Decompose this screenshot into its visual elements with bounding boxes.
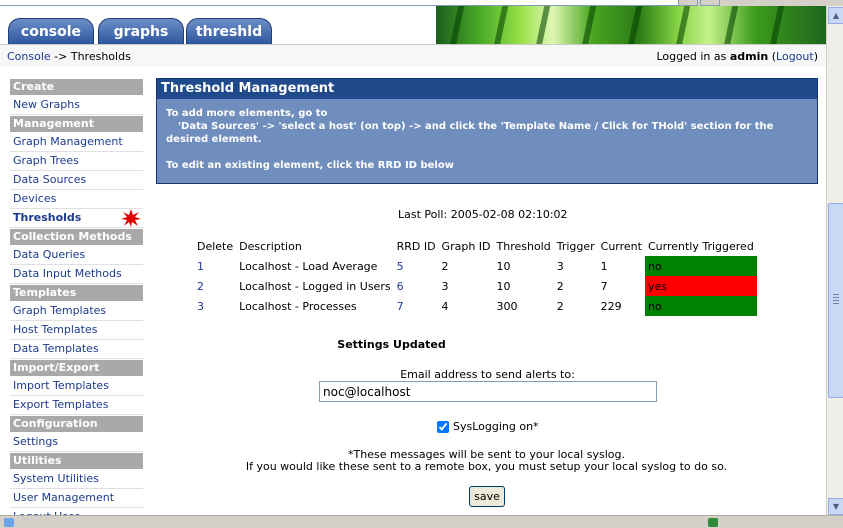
row-threshold: 300 xyxy=(496,299,518,313)
row-graph-id: 4 xyxy=(441,299,449,313)
sidebar-item-data-queries[interactable]: Data Queries xyxy=(10,247,143,265)
app-header: console graphs threshld xyxy=(0,6,826,45)
email-label: Email address to send alerts to: xyxy=(400,368,575,381)
panel-line-2: 'Data Sources' -> 'select a host' (on to… xyxy=(178,121,774,132)
table-row: 1 Localhost - Load Average 5 2 10 3 1 no xyxy=(194,256,757,276)
last-poll-text: Last Poll: 2005-02-08 02:10:02 xyxy=(398,208,568,221)
col-delete: Delete xyxy=(197,239,234,253)
row-trigger: 2 xyxy=(556,299,564,313)
rrd-id-link[interactable]: 7 xyxy=(397,300,404,313)
panel-instructions: To add more elements, go to 'Data Source… xyxy=(157,99,817,180)
row-description: Localhost - Logged in Users xyxy=(239,279,391,293)
scroll-thumb[interactable] xyxy=(828,203,843,398)
tab-threshld[interactable]: threshld xyxy=(186,18,272,45)
delete-link[interactable]: 1 xyxy=(197,260,204,273)
breadcrumb: Console -> Thresholds xyxy=(7,50,131,63)
panel-line-1: To add more elements, go to xyxy=(166,108,328,119)
rrd-id-link[interactable]: 5 xyxy=(397,260,404,273)
sidebar-item-data-input-methods[interactable]: Data Input Methods xyxy=(10,266,143,284)
row-graph-id: 2 xyxy=(441,259,449,273)
col-description: Description xyxy=(239,239,302,253)
breadcrumb-separator: -> xyxy=(50,50,71,63)
sidebar-item-graph-trees[interactable]: Graph Trees xyxy=(10,153,143,171)
threshold-info-panel: Threshold Management To add more element… xyxy=(156,78,818,184)
row-trigger: 3 xyxy=(556,259,564,273)
header-cactus-art xyxy=(436,6,826,44)
row-triggered-status: yes xyxy=(644,276,757,296)
sidebar-item-devices[interactable]: Devices xyxy=(10,191,143,209)
sidebar-item-system-utilities[interactable]: System Utilities xyxy=(10,471,143,489)
row-threshold: 10 xyxy=(496,259,511,273)
row-current: 7 xyxy=(600,279,608,293)
col-rrd-id: RRD ID xyxy=(396,239,436,253)
delete-link[interactable]: 3 xyxy=(197,300,204,313)
syslog-option: SysLogging on* xyxy=(437,420,539,433)
scroll-down-arrow-icon[interactable]: ▼ xyxy=(828,498,843,515)
vertical-scrollbar[interactable]: ▲ ▼ xyxy=(826,6,843,515)
delete-link[interactable]: 2 xyxy=(197,280,204,293)
threshold-table: Delete Description RRD ID Graph ID Thres… xyxy=(194,236,757,316)
email-field[interactable] xyxy=(319,381,657,402)
red-starburst-icon xyxy=(121,209,141,227)
save-button[interactable]: save xyxy=(469,486,505,507)
syslog-checkbox[interactable] xyxy=(437,421,449,433)
table-row: 3 Localhost - Processes 7 4 300 2 229 no xyxy=(194,296,757,316)
panel-line-4: To edit an existing element, click the R… xyxy=(166,160,454,171)
syslog-note-2: If you would like these sent to a remote… xyxy=(245,460,728,473)
sidebar-header-collection-methods: Collection Methods xyxy=(10,229,143,245)
sidebar-item-graph-management[interactable]: Graph Management xyxy=(10,134,143,152)
sidebar-item-data-sources[interactable]: Data Sources xyxy=(10,172,143,190)
row-current: 229 xyxy=(600,299,622,313)
sidebar-item-graph-templates[interactable]: Graph Templates xyxy=(10,303,143,321)
col-currently-triggered: Currently Triggered xyxy=(647,239,754,253)
sidebar-item-thresholds[interactable]: Thresholds xyxy=(10,209,143,228)
scroll-up-arrow-icon[interactable]: ▲ xyxy=(828,7,843,24)
security-zone-icon xyxy=(708,518,718,527)
col-current: Current xyxy=(600,239,642,253)
sidebar-header-templates: Templates xyxy=(10,285,143,301)
tab-console[interactable]: console xyxy=(8,18,94,45)
col-graph-id: Graph ID xyxy=(441,239,491,253)
rrd-id-link[interactable]: 6 xyxy=(397,280,404,293)
table-header-row: Delete Description RRD ID Graph ID Thres… xyxy=(194,236,757,256)
row-trigger: 2 xyxy=(556,279,564,293)
row-description: Localhost - Load Average xyxy=(239,259,378,273)
login-user: admin xyxy=(729,50,769,63)
row-graph-id: 3 xyxy=(441,279,449,293)
sidebar-header-create: Create xyxy=(10,79,143,95)
sidebar-item-export-templates[interactable]: Export Templates xyxy=(10,397,143,415)
row-threshold: 10 xyxy=(496,279,511,293)
logout-link[interactable]: Logout xyxy=(776,50,814,63)
panel-line-3: desired element. xyxy=(166,134,262,145)
panel-title: Threshold Management xyxy=(157,79,817,99)
col-trigger: Trigger xyxy=(556,239,595,253)
breadcrumb-bar: Console -> Thresholds Logged in as admin… xyxy=(0,44,826,67)
breadcrumb-console-link[interactable]: Console xyxy=(7,50,51,63)
sidebar-item-thresholds-label: Thresholds xyxy=(13,211,82,224)
row-description: Localhost - Processes xyxy=(239,299,357,313)
sidebar-item-new-graphs[interactable]: New Graphs xyxy=(10,97,143,115)
page-status-icon xyxy=(4,518,14,527)
breadcrumb-current: Thresholds xyxy=(70,50,131,63)
tab-graphs[interactable]: graphs xyxy=(98,18,184,45)
syslog-label: SysLogging on* xyxy=(453,420,539,433)
sidebar-item-user-management[interactable]: User Management xyxy=(10,490,143,508)
row-triggered-status: no xyxy=(644,296,757,316)
login-status: Logged in as admin (Logout) xyxy=(656,50,818,63)
sidebar-header-management: Management xyxy=(10,116,143,132)
col-threshold: Threshold xyxy=(496,239,551,253)
row-triggered-status: no xyxy=(644,256,757,276)
settings-updated-message: Settings Updated xyxy=(337,338,446,351)
row-current: 1 xyxy=(600,259,608,273)
sidebar-header-configuration: Configuration xyxy=(10,416,143,432)
login-prefix: Logged in as xyxy=(656,50,730,63)
table-row: 2 Localhost - Logged in Users 6 3 10 2 7… xyxy=(194,276,757,296)
browser-status-bar xyxy=(0,515,843,528)
